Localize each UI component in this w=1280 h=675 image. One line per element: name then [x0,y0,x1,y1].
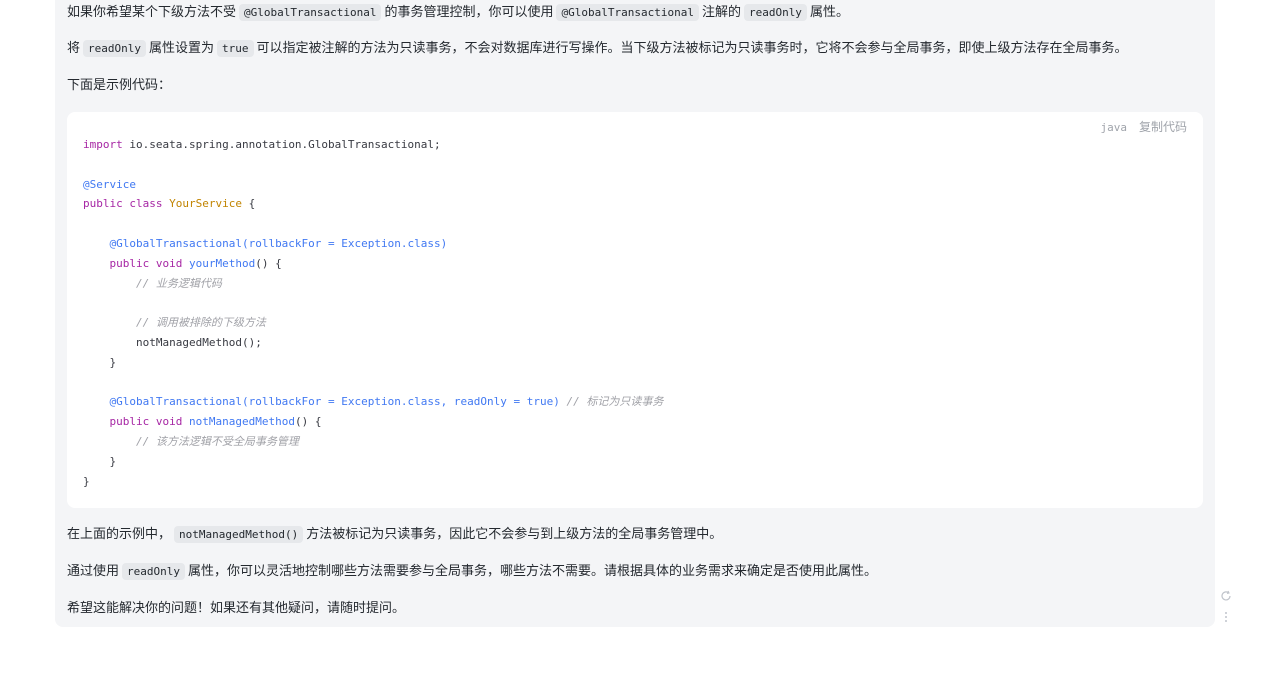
text: 方法被标记为只读事务，因此它不会参与到上级方法的全局事务管理中。 [306,527,723,542]
code-block: java 复制代码 import io.seata.spring.annotati… [67,112,1203,508]
code-function-name: yourMethod [188,256,256,270]
code-annotation: @Service [83,177,136,191]
code-keyword: public class [83,197,163,211]
text: 属性设置为 [149,41,215,56]
copy-code-button[interactable]: 复制代码 [1139,120,1187,134]
code-keyword: public void [109,256,183,270]
code-text: } [83,474,90,488]
code-text: io.seata.spring.annotation.GlobalTransac… [122,138,441,151]
paragraph-2: 将 readOnly 属性设置为 true 可以指定被注解的方法为只读事务，不会对数据库… [67,40,1128,58]
code-language-label: java [1100,121,1127,134]
refresh-icon[interactable] [1219,590,1233,605]
code-header: java 复制代码 [1100,118,1187,135]
code-annotation: @GlobalTransactional(rollbackFor = Excep… [109,236,448,250]
code-function-name: notManagedMethod [188,415,295,429]
code-text: { [241,197,256,211]
code-text: } [109,454,117,468]
paragraph-4: 在上面的示例中， notManagedMethod() 方法被标记为只读事务，因此它… [67,526,722,544]
code-content: import io.seata.spring.annotation.Global… [83,135,663,491]
text: 的事务管理控制，你可以使用 [384,5,554,20]
text: 将 [67,41,81,56]
paragraph-3: 下面是示例代码： [67,78,172,93]
inline-code: readOnly [83,40,146,57]
text: 通过使用 [67,564,120,579]
paragraph-5: 通过使用 readOnly 属性，你可以灵活地控制哪些方法需要参与全局事务，哪些方法… [67,563,877,581]
code-annotation: @GlobalTransactional(rollbackFor = Excep… [109,395,560,409]
paragraph-6: 希望这能解决你的问题！如果还有其他疑问，请随时提问。 [67,601,406,616]
inline-code: notManagedMethod() [174,526,304,543]
code-text: () { [255,256,282,270]
inline-code: readOnly [743,4,807,21]
inline-code: @GlobalTransactional [239,4,382,21]
code-comment: // 该方法逻辑不受全局事务管理 [135,434,299,448]
text: 注解的 [701,5,741,20]
paragraph-1: 如果你希望某个下级方法不受 @GlobalTransactional 的事务管理控制… [67,4,849,22]
inline-code: readOnly [122,563,185,580]
code-comment: // 标记为只读事务 [566,395,664,409]
inline-code: true [217,40,254,57]
code-class-name: YourService [169,197,242,211]
more-vertical-icon[interactable] [1219,611,1233,626]
code-text: () { [294,415,322,429]
code-text: notManagedMethod(); [135,335,262,349]
code-text: } [109,355,117,369]
inline-code: @GlobalTransactional [556,4,699,21]
code-comment: // 调用被排除的下级方法 [135,316,266,330]
text: 如果你希望某个下级方法不受 [67,5,237,20]
code-keyword: public void [109,415,183,429]
text: 可以指定被注解的方法为只读事务，不会对数据库进行写操作。当下级方法被标记为只读事… [256,41,1128,56]
text: 属性。 [809,5,849,20]
text: 属性，你可以灵活地控制哪些方法需要参与全局事务，哪些方法不需要。请根据具体的业务… [188,564,878,579]
code-keyword: import [83,138,123,151]
text: 在上面的示例中， [67,527,172,542]
code-comment: // 业务逻辑代码 [135,276,222,290]
